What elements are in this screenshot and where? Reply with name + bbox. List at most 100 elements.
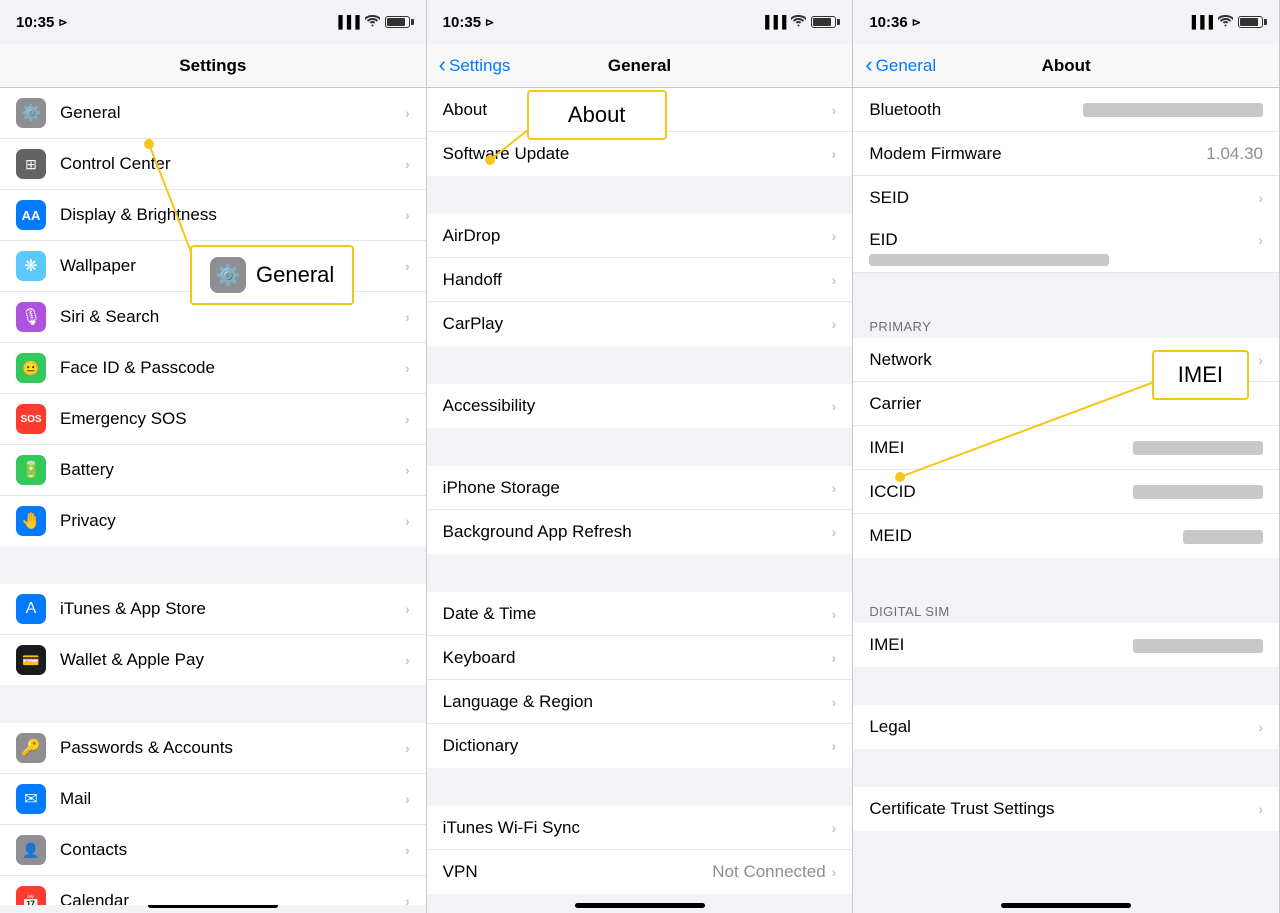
- general-item-about[interactable]: About ›: [427, 88, 853, 132]
- general-group-6: iTunes Wi-Fi Sync › VPN Not Connected ›: [427, 806, 853, 894]
- about-panel: 10:36 ⊳ ▐▐▐ ‹ General About Bluetooth: [853, 0, 1280, 913]
- general-item-iphone-storage[interactable]: iPhone Storage ›: [427, 466, 853, 510]
- chevron-icon: ›: [1258, 352, 1263, 368]
- passwords-icon: 🔑: [16, 733, 46, 763]
- settings-item-faceid[interactable]: 😐 Face ID & Passcode ›: [0, 343, 426, 394]
- general-item-carplay[interactable]: CarPlay ›: [427, 302, 853, 346]
- battery-icon: [385, 16, 410, 28]
- settings-item-wallpaper[interactable]: ❋ Wallpaper ›: [0, 241, 426, 292]
- display-icon: AA: [16, 200, 46, 230]
- home-indicator-2: [427, 905, 853, 913]
- imei-digital-value: [1133, 635, 1263, 655]
- settings-item-itunes[interactable]: A iTunes & App Store ›: [0, 584, 426, 635]
- battery-icon-2: [811, 16, 836, 28]
- chevron-icon: ›: [832, 694, 837, 710]
- chevron-icon: ›: [832, 272, 837, 288]
- settings-list[interactable]: ⚙️ General › ⊞ Control Center › AA Displ…: [0, 88, 426, 905]
- eid-value: [869, 254, 1263, 266]
- divider-2: [0, 687, 426, 723]
- status-icons-2: ▐▐▐: [761, 15, 837, 30]
- divider-a1: [853, 275, 1279, 311]
- settings-item-wallet[interactable]: 💳 Wallet & Apple Pay ›: [0, 635, 426, 685]
- about-item-modem-firmware: Modem Firmware 1.04.30: [853, 132, 1279, 176]
- general-item-software-update[interactable]: Software Update ›: [427, 132, 853, 176]
- general-nav-title: General: [608, 56, 671, 76]
- about-item-network[interactable]: Network ›: [853, 338, 1279, 382]
- about-item-seid[interactable]: SEID ›: [853, 176, 1279, 220]
- general-item-vpn[interactable]: VPN Not Connected ›: [427, 850, 853, 894]
- general-item-keyboard[interactable]: Keyboard ›: [427, 636, 853, 680]
- general-item-handoff[interactable]: Handoff ›: [427, 258, 853, 302]
- back-to-settings[interactable]: ‹ Settings: [439, 56, 511, 76]
- chevron-icon: ›: [405, 156, 410, 172]
- settings-item-mail[interactable]: ✉ Mail ›: [0, 774, 426, 825]
- general-item-airdrop[interactable]: AirDrop ›: [427, 214, 853, 258]
- about-group-4: IMEI: [853, 623, 1279, 667]
- general-item-accessibility[interactable]: Accessibility ›: [427, 384, 853, 428]
- chevron-icon: ›: [405, 360, 410, 376]
- settings-item-calendar[interactable]: 📅 Calendar ›: [0, 876, 426, 905]
- about-item-cert-trust[interactable]: Certificate Trust Settings ›: [853, 787, 1279, 831]
- settings-item-passwords[interactable]: 🔑 Passwords & Accounts ›: [0, 723, 426, 774]
- wallpaper-icon: ❋: [16, 251, 46, 281]
- keyboard-label: Keyboard: [443, 648, 832, 668]
- handoff-label: Handoff: [443, 270, 832, 290]
- general-item-bg-refresh[interactable]: Background App Refresh ›: [427, 510, 853, 554]
- status-time-3: 10:36 ⊳: [869, 14, 921, 31]
- settings-item-privacy[interactable]: 🤚 Privacy ›: [0, 496, 426, 546]
- settings-item-sos[interactable]: SOS Emergency SOS ›: [0, 394, 426, 445]
- settings-item-display[interactable]: AA Display & Brightness ›: [0, 190, 426, 241]
- about-item-legal[interactable]: Legal ›: [853, 705, 1279, 749]
- chevron-icon: ›: [832, 102, 837, 118]
- wallpaper-label: Wallpaper: [60, 256, 405, 276]
- bluetooth-value: [1083, 100, 1263, 120]
- settings-item-general[interactable]: ⚙️ General ›: [0, 88, 426, 139]
- contacts-icon: 👤: [16, 835, 46, 865]
- about-list[interactable]: Bluetooth Modem Firmware 1.04.30 SEID › …: [853, 88, 1279, 905]
- about-item-eid[interactable]: EID ›: [853, 220, 1279, 273]
- about-group-1: Bluetooth Modem Firmware 1.04.30 SEID › …: [853, 88, 1279, 273]
- battery-icon-3: [1238, 16, 1263, 28]
- home-indicator-3: [853, 905, 1279, 913]
- chevron-icon: ›: [405, 652, 410, 668]
- back-label-about: General: [876, 56, 936, 76]
- chevron-icon: ›: [405, 791, 410, 807]
- settings-item-battery[interactable]: 🔋 Battery ›: [0, 445, 426, 496]
- digital-sim-header: DIGITAL SIM: [853, 596, 1279, 623]
- siri-label: Siri & Search: [60, 307, 405, 327]
- chevron-icon: ›: [832, 398, 837, 414]
- status-icons-3: ▐▐▐: [1188, 15, 1264, 30]
- cert-trust-label: Certificate Trust Settings: [869, 799, 1258, 819]
- settings-item-siri[interactable]: 🎙 Siri & Search ›: [0, 292, 426, 343]
- chevron-icon: ›: [405, 105, 410, 121]
- back-to-general[interactable]: ‹ General: [865, 56, 936, 76]
- about-item-bluetooth[interactable]: Bluetooth: [853, 88, 1279, 132]
- legal-label: Legal: [869, 717, 1258, 737]
- general-list[interactable]: About › Software Update › AirDrop › Hand…: [427, 88, 853, 905]
- general-item-itunes-sync[interactable]: iTunes Wi-Fi Sync ›: [427, 806, 853, 850]
- general-panel: 10:35 ⊳ ▐▐▐ ‹ Settings General About ›: [427, 0, 854, 913]
- faceid-icon: 😐: [16, 353, 46, 383]
- settings-item-control-center[interactable]: ⊞ Control Center ›: [0, 139, 426, 190]
- divider-g2: [427, 348, 853, 384]
- home-indicator-1: [0, 905, 426, 913]
- general-group-2: AirDrop › Handoff › CarPlay ›: [427, 214, 853, 346]
- general-item-date-time[interactable]: Date & Time ›: [427, 592, 853, 636]
- general-item-dictionary[interactable]: Dictionary ›: [427, 724, 853, 768]
- chevron-icon: ›: [832, 480, 837, 496]
- general-group-5: Date & Time › Keyboard › Language & Regi…: [427, 592, 853, 768]
- general-item-language[interactable]: Language & Region ›: [427, 680, 853, 724]
- chevron-icon: ›: [405, 411, 410, 427]
- back-label-general: Settings: [449, 56, 510, 76]
- iccid-value: [1133, 482, 1263, 502]
- primary-header: PRIMARY: [853, 311, 1279, 338]
- divider-a4: [853, 751, 1279, 787]
- carplay-label: CarPlay: [443, 314, 832, 334]
- calendar-icon: 📅: [16, 886, 46, 905]
- about-item-imei-primary: IMEI: [853, 426, 1279, 470]
- siri-icon: 🎙: [16, 302, 46, 332]
- settings-item-contacts[interactable]: 👤 Contacts ›: [0, 825, 426, 876]
- settings-group-3: 🔑 Passwords & Accounts › ✉ Mail › 👤 Cont…: [0, 723, 426, 905]
- calendar-label: Calendar: [60, 891, 405, 905]
- divider-1: [0, 548, 426, 584]
